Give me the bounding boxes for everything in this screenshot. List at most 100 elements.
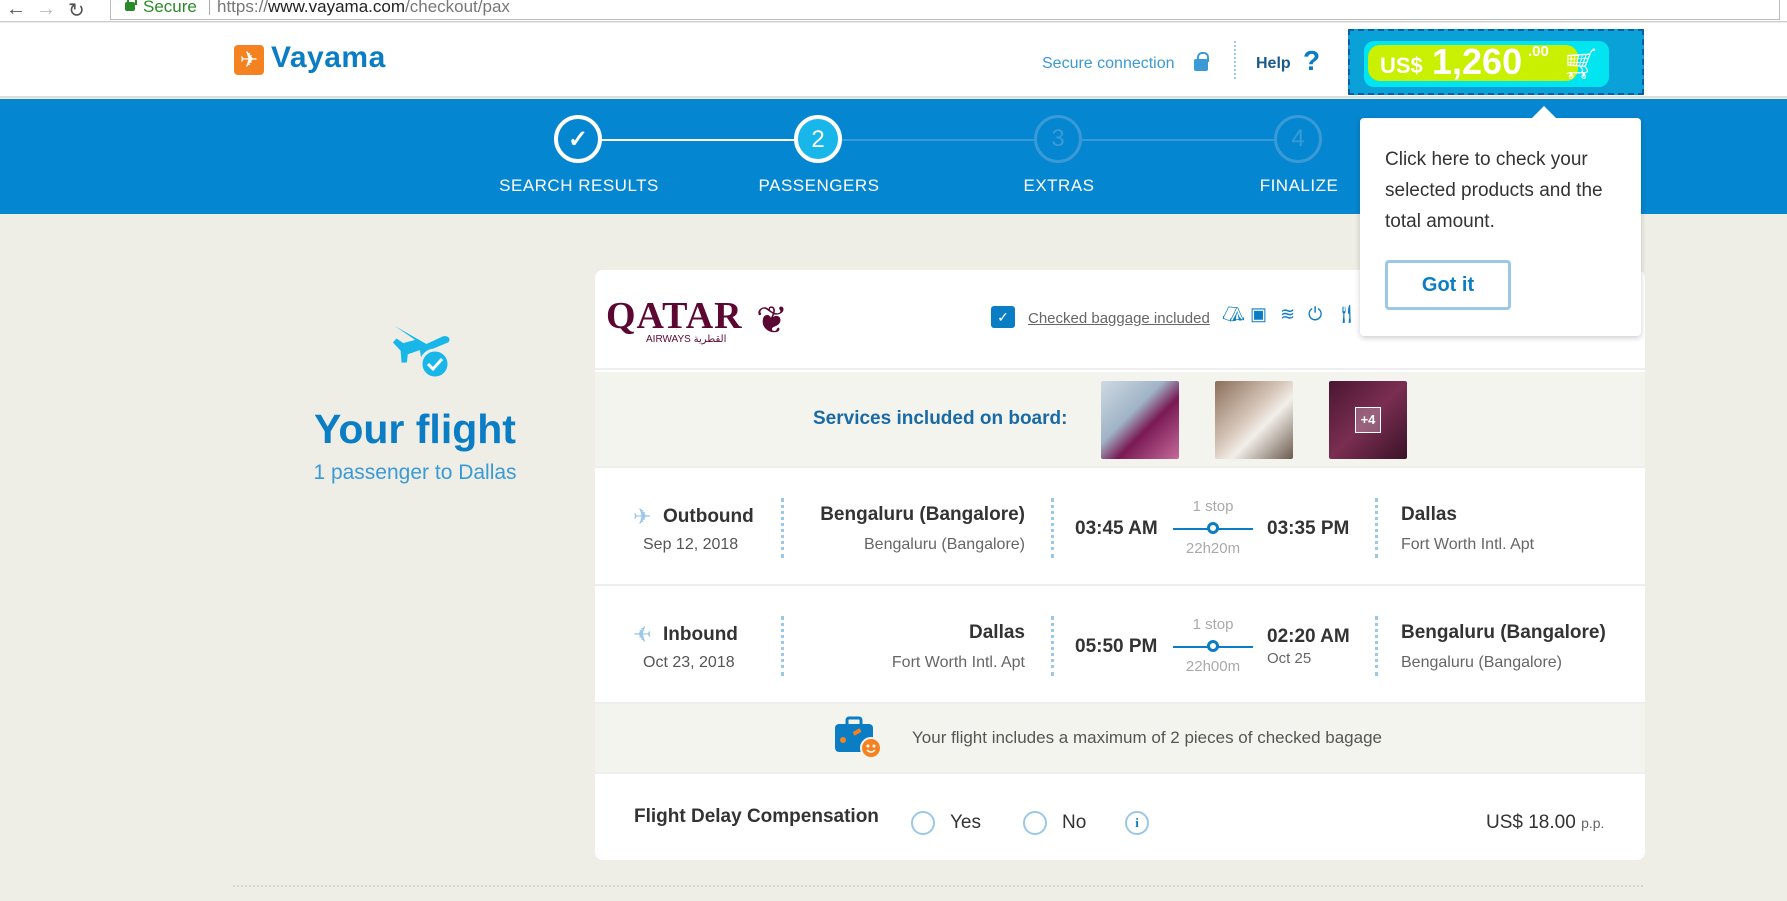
delay-compensation-row: Flight Delay Compensation Yes No i US$ 1…	[595, 776, 1645, 860]
inbound-plane-icon: ✈	[633, 622, 652, 647]
step-2-circle: 2	[794, 115, 842, 163]
checked-baggage-link[interactable]: Checked baggage included	[1028, 310, 1210, 327]
reload-icon[interactable]: ↻	[68, 0, 85, 23]
vayama-logo[interactable]: Vayama	[271, 41, 386, 75]
stop-count: 1 stop	[1192, 616, 1234, 633]
arrive-date: Oct 25	[1267, 650, 1312, 667]
forward-arrow-icon[interactable]: →	[36, 0, 56, 21]
flight-duration: 22h00m	[1185, 658, 1241, 675]
stop-count: 1 stop	[1192, 498, 1234, 515]
dest-city: Dallas	[1401, 504, 1457, 525]
dest-city: Bengaluru (Bangalore)	[1401, 622, 1606, 643]
step-3-circle: 3	[1034, 115, 1082, 163]
origin-city: Dallas	[969, 622, 1025, 643]
arrive-time: 03:35 PM	[1267, 518, 1350, 539]
delay-no-radio[interactable]	[1023, 811, 1047, 835]
step-passengers: PASSENGERS	[758, 176, 880, 195]
services-row: Services included on board: +4	[595, 372, 1645, 468]
delay-no-label[interactable]: No	[1062, 812, 1086, 834]
stop-dot-icon	[1207, 640, 1219, 652]
secure-label: Secure	[143, 0, 197, 16]
step-1-check-icon[interactable]: ✓	[554, 115, 602, 163]
depart-time: 03:45 AM	[1075, 518, 1158, 539]
service-photo-device[interactable]	[1215, 381, 1293, 459]
baggage-check-icon: ✓	[991, 306, 1015, 328]
browser-toolbar: ← → ↻ Secure https://www.vayama.com/chec…	[0, 0, 1787, 22]
power-plug-icon: ⏻	[1308, 304, 1323, 324]
delay-label: Flight Delay Compensation	[634, 806, 879, 827]
header-divider	[1234, 41, 1236, 79]
origin-airport: Bengaluru (Bangalore)	[864, 536, 1025, 553]
url-text[interactable]: https://www.vayama.com/checkout/pax	[217, 0, 510, 17]
wifi-icon: ≋	[1280, 304, 1296, 324]
help-link[interactable]: Help	[1256, 55, 1291, 73]
baggage-note: Your flight includes a maximum of 2 piec…	[912, 728, 1382, 747]
summary-title: Your flight	[314, 406, 516, 452]
step-extras: EXTRAS	[1023, 176, 1095, 195]
depart-time: 05:50 PM	[1075, 636, 1158, 657]
padlock-icon	[1194, 52, 1209, 71]
vayama-plane-logo-icon[interactable]: ✈	[234, 45, 264, 75]
flight-duration: 22h20m	[1185, 540, 1241, 557]
service-photo-crew[interactable]	[1101, 381, 1179, 459]
progress-line-done	[601, 139, 811, 141]
tooltip-text: Click here to check your selected produc…	[1385, 149, 1603, 232]
got-it-button[interactable]: Got it	[1385, 260, 1511, 310]
progress-line-pending	[1082, 139, 1274, 141]
cart-button[interactable]: US$ 1,260 .00 🛒︎	[1348, 29, 1644, 95]
origin-city: Bengaluru (Bangalore)	[820, 504, 1025, 525]
progress-line-pending	[842, 139, 1034, 141]
flight-card: QATAR AIRWAYS القطرية ❦ ✓ Checked baggag…	[595, 270, 1645, 860]
oryx-logo-icon: ❦	[756, 300, 788, 342]
outbound-plane-icon: ✈	[633, 504, 652, 529]
url-scheme: https://	[217, 0, 269, 16]
delay-price: US$ 18.00 p.p.	[1486, 812, 1604, 834]
leg-divider	[1051, 498, 1054, 558]
cart-total: 1,260	[1432, 41, 1523, 82]
meal-icon: 🍴︎	[1335, 304, 1358, 324]
leg-divider	[1375, 498, 1378, 558]
url-host: www.vayama.com	[268, 0, 406, 16]
leg-direction: Inbound	[663, 624, 738, 645]
delay-yes-radio[interactable]	[911, 811, 935, 835]
seat-icon: ⛺︎	[1222, 304, 1245, 324]
shopping-cart-icon: 🛒︎	[1562, 48, 1601, 81]
secure-connection-label: Secure connection	[1042, 55, 1175, 72]
url-path: /checkout/pax	[405, 0, 510, 16]
page-divider	[233, 885, 1643, 887]
back-arrow-icon[interactable]: ←	[6, 0, 26, 21]
entertainment-icon: ▣	[1250, 304, 1268, 324]
cart-cents: .00	[1528, 43, 1549, 60]
site-header: ✈ Vayama Secure connection Help ? US$ 1,…	[0, 23, 1787, 98]
address-bar[interactable]: Secure https://www.vayama.com/checkout/p…	[110, 0, 1780, 20]
qatar-airways-logo: QATAR AIRWAYS القطرية ❦	[606, 294, 788, 345]
outbound-leg: ✈ Outbound Sep 12, 2018 Bengaluru (Banga…	[595, 470, 1645, 586]
info-icon[interactable]: i	[1125, 811, 1149, 835]
more-services-count: +4	[1355, 407, 1381, 433]
summary-subtitle: 1 passenger to Dallas	[313, 461, 517, 484]
dest-airport: Bengaluru (Bangalore)	[1401, 654, 1562, 671]
secure-lock-icon	[125, 0, 137, 11]
cart-currency: US$	[1380, 53, 1423, 78]
leg-divider	[781, 498, 784, 558]
service-photo-more[interactable]: +4	[1329, 381, 1407, 459]
delay-price-amount: US$ 18.00	[1486, 812, 1576, 833]
leg-divider	[781, 616, 784, 676]
airline-subtitle: AIRWAYS القطرية	[646, 334, 727, 345]
dest-airport: Fort Worth Intl. Apt	[1401, 536, 1535, 553]
stop-dot-icon	[1207, 522, 1219, 534]
services-label: Services included on board:	[813, 408, 1068, 429]
baggage-note-row: Your flight includes a maximum of 2 piec…	[595, 704, 1645, 774]
airline-name: QATAR	[606, 295, 743, 337]
arrive-time: 02:20 AM	[1267, 626, 1350, 647]
leg-date: Oct 23, 2018	[643, 654, 735, 671]
plane-check-icon	[392, 326, 451, 380]
leg-divider	[1051, 616, 1054, 676]
leg-date: Sep 12, 2018	[643, 536, 739, 553]
step-search-results[interactable]: SEARCH RESULTS	[479, 176, 679, 196]
help-question-icon[interactable]: ?	[1303, 45, 1320, 77]
leg-direction: Outbound	[663, 506, 754, 527]
leg-divider	[1375, 616, 1378, 676]
delay-yes-label[interactable]: Yes	[950, 812, 981, 834]
happy-suitcase-icon	[835, 716, 881, 758]
